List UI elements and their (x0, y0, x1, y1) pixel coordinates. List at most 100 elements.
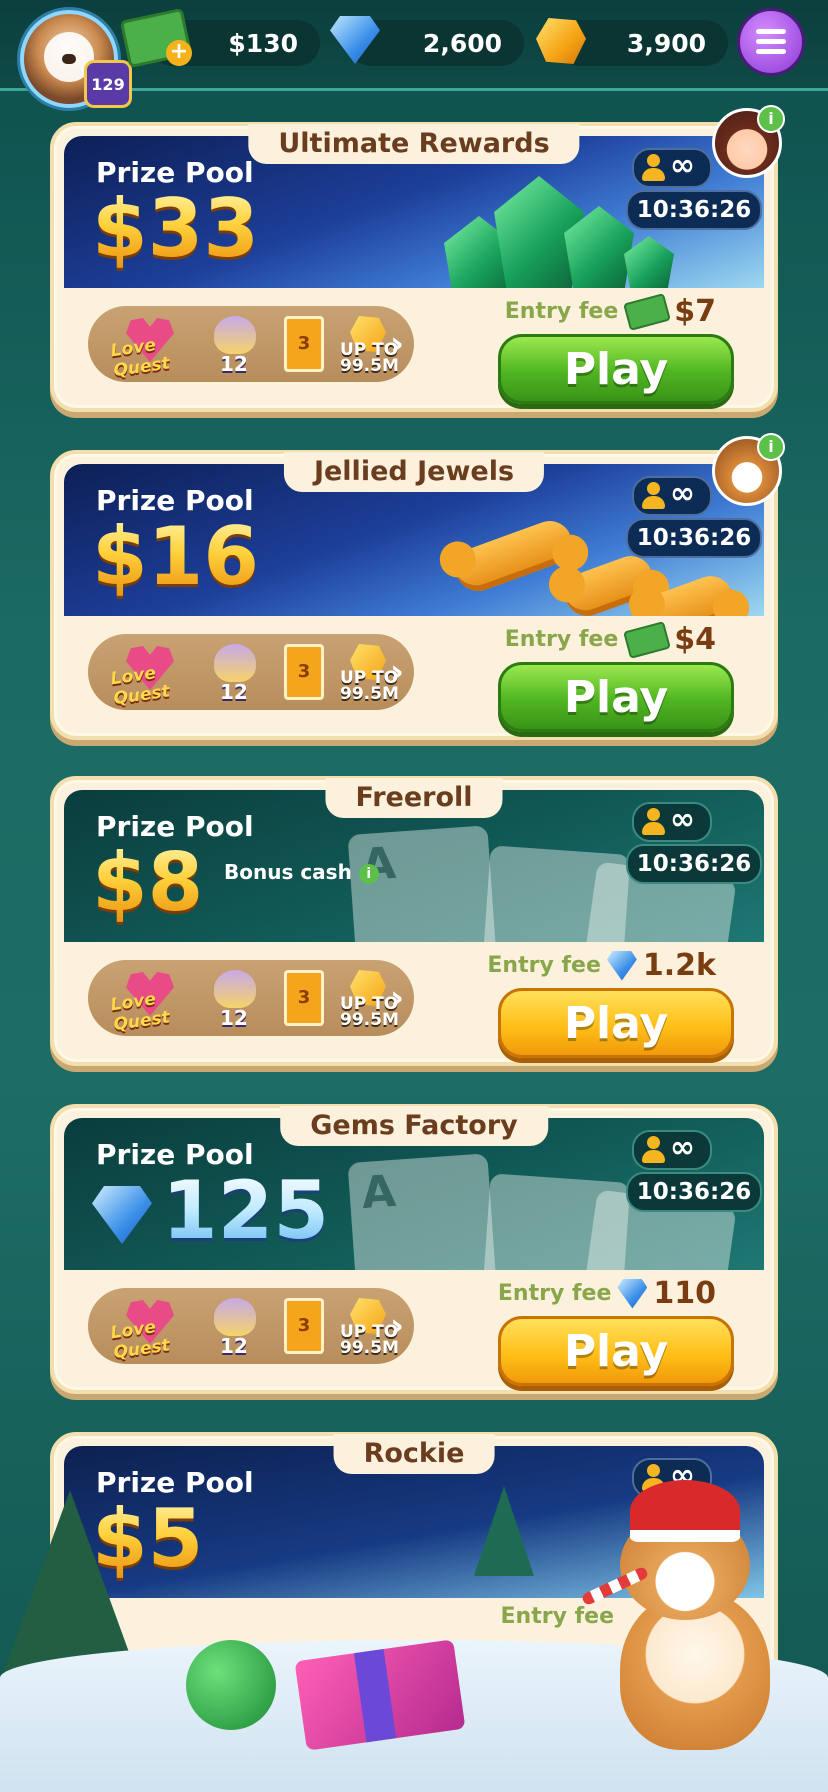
tile-reward: 3 (284, 316, 328, 372)
tournament-card-freeroll: A Freeroll Prize Pool $8 Bonus cash i ∞ … (50, 776, 778, 1066)
tournament-title: Ultimate Rewards (248, 124, 580, 164)
person-icon (640, 808, 666, 836)
corgi-mascot (580, 1480, 790, 1750)
menu-icon-line (756, 29, 786, 34)
love-quest-reward: Love Quest (108, 1298, 188, 1363)
tile-reward: 3 (284, 970, 328, 1026)
tournament-title: Jellied Jewels (283, 452, 545, 492)
pot-reward: 12 (208, 970, 262, 1030)
card-lower: Love Quest 12 3 UP TO 99.5M › Entry fee 1… (64, 1270, 764, 1386)
avatar-nose (62, 54, 76, 64)
entry-fee-label: Entry fee (504, 299, 619, 324)
infinity-symbol: ∞ (670, 476, 695, 511)
tile-number: 3 (284, 1298, 324, 1354)
love-quest-reward: Love Quest (108, 644, 188, 709)
tournament-title: Freeroll (325, 778, 503, 818)
entry-fee-amount: 110 (653, 1276, 716, 1311)
tournament-card-jellied-jewels: Jellied Jewels Prize Pool $16 ∞ 10:36:26… (50, 433, 785, 740)
entry-fee-label: Entry fee (497, 1281, 612, 1306)
rewards-strip[interactable]: Love Quest 12 3 UP TO 99.5M › (88, 634, 414, 710)
host-avatar-puppy[interactable]: i (712, 433, 785, 506)
infinity-symbol: ∞ (670, 802, 695, 837)
pot-count: 12 (220, 680, 248, 704)
tournament-title: Gems Factory (280, 1106, 548, 1146)
entry-fee: Entry fee $7 (504, 292, 716, 331)
tournament-card-gems-factory: A Gems Factory Prize Pool 125 ∞ 10:36:26… (50, 1104, 778, 1394)
players-count: ∞ (632, 148, 712, 188)
countdown-timer: 10:36:26 (626, 518, 762, 558)
entry-fee: Entry fee 1.2k (487, 948, 716, 983)
person-icon (640, 154, 666, 182)
love-quest-label: Love Quest (109, 663, 171, 710)
chevron-right-icon: › (389, 324, 404, 364)
rewards-strip[interactable]: Love Quest 12 3 UP TO 99.5M › (88, 1288, 414, 1364)
info-icon[interactable]: i (757, 433, 785, 461)
pot-icon (214, 644, 256, 682)
card-lower: Love Quest 12 3 UP TO 99.5M › Entry fee $… (64, 616, 764, 732)
countdown-timer: 10:36:26 (626, 190, 762, 230)
pot-count: 12 (220, 1334, 248, 1358)
tournament-title: Rockie (333, 1434, 495, 1474)
info-icon[interactable]: i (358, 863, 379, 884)
chevron-right-icon: › (389, 978, 404, 1018)
play-button[interactable]: Play (498, 662, 734, 732)
infinity-symbol: ∞ (670, 148, 695, 183)
pot-icon (214, 1298, 256, 1336)
prize-pool-value: $8 (92, 836, 204, 929)
tile-reward: 3 (284, 1298, 328, 1354)
cash-icon (623, 620, 672, 659)
players-count: ∞ (632, 1130, 712, 1170)
entry-fee-amount: $7 (674, 294, 716, 329)
rewards-strip[interactable]: Love Quest 12 3 UP TO 99.5M › (88, 960, 414, 1036)
upto-reward: UP TO 99.5M (340, 970, 399, 1029)
play-button[interactable]: Play (498, 334, 734, 404)
entry-fee-amount: $4 (674, 622, 716, 657)
players-count: ∞ (632, 802, 712, 842)
players-count: ∞ (632, 476, 712, 516)
card-lower: Love Quest 12 3 UP TO 99.5M › Entry fee 1… (64, 942, 764, 1058)
person-icon (640, 482, 666, 510)
host-avatar-girl[interactable]: i (712, 105, 785, 178)
entry-fee-label: Entry fee (504, 627, 619, 652)
love-quest-reward: Love Quest (108, 316, 188, 381)
info-icon[interactable]: i (757, 105, 785, 133)
pot-icon (214, 316, 256, 354)
countdown-timer: 10:36:26 (626, 1172, 762, 1212)
prize-pool-value: 125 (162, 1164, 329, 1257)
bonus-cash-label: Bonus cash i (224, 860, 379, 884)
player-level-badge: 129 (84, 60, 132, 108)
pot-count: 12 (220, 1006, 248, 1030)
prize-pool-value: $16 (92, 510, 259, 603)
pot-reward: 12 (208, 644, 262, 704)
ornament-decoration (186, 1640, 276, 1730)
card-lower: Love Quest 12 3 UP TO 99.5M › Entry fee $… (64, 288, 764, 404)
play-button[interactable]: Play (498, 988, 734, 1058)
pot-count: 12 (220, 352, 248, 376)
add-cash-button[interactable]: + (166, 40, 192, 66)
entry-fee-label: Entry fee (487, 953, 601, 978)
rewards-strip[interactable]: Love Quest 12 3 UP TO 99.5M › (88, 306, 414, 382)
gem-icon (606, 950, 637, 981)
tile-reward: 3 (284, 644, 328, 700)
entry-fee-amount: 1.2k (642, 948, 716, 983)
christmas-tree-art (474, 1486, 534, 1576)
entry-fee: Entry fee 110 (498, 1276, 716, 1311)
upto-reward: UP TO 99.5M (340, 1298, 399, 1357)
menu-button[interactable] (737, 8, 805, 76)
pot-icon (214, 970, 256, 1008)
cash-icon (623, 292, 672, 331)
pot-reward: 12 (208, 1298, 262, 1358)
chevron-right-icon: › (389, 1306, 404, 1346)
upto-reward: UP TO 99.5M (340, 644, 399, 703)
love-quest-label: Love Quest (109, 1317, 171, 1364)
chevron-right-icon: › (389, 652, 404, 692)
playing-card-art: A (347, 1153, 501, 1270)
love-quest-reward: Love Quest (108, 970, 188, 1035)
tile-number: 3 (284, 970, 324, 1026)
love-quest-label: Love Quest (109, 989, 171, 1036)
pot-reward: 12 (208, 316, 262, 376)
person-icon (640, 1136, 666, 1164)
tournament-card-ultimate-rewards: Ultimate Rewards Prize Pool $33 ∞ 10:36:… (50, 105, 785, 412)
play-button[interactable]: Play (498, 1316, 734, 1386)
infinity-symbol: ∞ (670, 1130, 695, 1165)
